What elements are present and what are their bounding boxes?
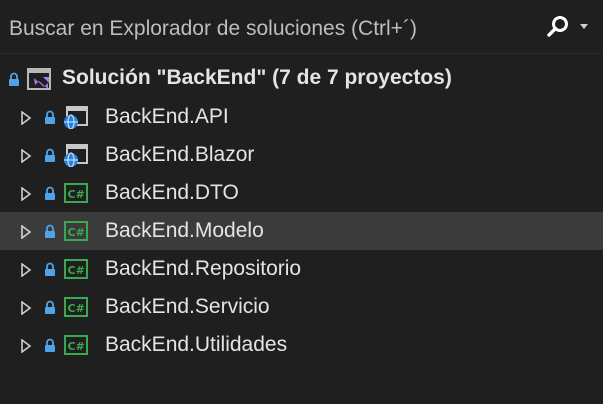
solution-label: Solución "BackEnd" (7 de 7 proyectos) xyxy=(62,66,452,89)
csharp-project-icon: C# xyxy=(64,335,88,355)
project-label: BackEnd.DTO xyxy=(105,181,239,204)
chevron-down-icon[interactable] xyxy=(579,23,589,31)
svg-text:C#: C# xyxy=(68,226,85,239)
expand-arrow-icon[interactable] xyxy=(20,301,32,315)
solution-tree: Solución "BackEnd" (7 de 7 proyectos) Ba… xyxy=(0,60,603,364)
search-input[interactable]: Buscar en Explorador de soluciones (Ctrl… xyxy=(9,17,417,41)
tree-item-backend-servicio[interactable]: C# BackEnd.Servicio xyxy=(0,288,603,326)
svg-text:C#: C# xyxy=(68,264,85,277)
lock-icon xyxy=(45,110,55,124)
tree-item-backend-api[interactable]: BackEnd.API xyxy=(0,98,603,136)
web-project-icon xyxy=(64,106,88,129)
expand-arrow-icon[interactable] xyxy=(20,263,32,277)
lock-icon xyxy=(9,72,19,86)
search-icon[interactable] xyxy=(545,14,571,40)
tree-item-backend-dto[interactable]: C# BackEnd.DTO xyxy=(0,174,603,212)
svg-text:C#: C# xyxy=(68,188,85,201)
tree-item-backend-repositorio[interactable]: C# BackEnd.Repositorio xyxy=(0,250,603,288)
csharp-project-icon: C# xyxy=(64,297,88,317)
expand-arrow-icon[interactable] xyxy=(20,225,32,239)
csharp-project-icon: C# xyxy=(64,221,88,241)
project-label: BackEnd.Modelo xyxy=(105,219,264,242)
project-label: BackEnd.Servicio xyxy=(105,295,270,318)
visual-studio-solution-icon xyxy=(27,68,51,90)
lock-icon xyxy=(45,186,55,200)
project-label: BackEnd.Utilidades xyxy=(105,333,288,356)
expand-arrow-icon[interactable] xyxy=(20,111,32,125)
project-label: BackEnd.API xyxy=(105,105,229,128)
web-project-icon xyxy=(64,144,88,167)
solution-node[interactable]: Solución "BackEnd" (7 de 7 proyectos) xyxy=(0,60,603,98)
lock-icon xyxy=(45,224,55,238)
lock-icon xyxy=(45,300,55,314)
svg-text:C#: C# xyxy=(68,340,85,353)
tree-item-backend-modelo[interactable]: C# BackEnd.Modelo xyxy=(0,212,603,250)
csharp-project-icon: C# xyxy=(64,183,88,203)
search-bar[interactable]: Buscar en Explorador de soluciones (Ctrl… xyxy=(0,0,603,54)
expand-arrow-icon[interactable] xyxy=(20,339,32,353)
expand-arrow-icon[interactable] xyxy=(20,149,32,163)
tree-item-backend-utilidades[interactable]: C# BackEnd.Utilidades xyxy=(0,326,603,364)
svg-text:C#: C# xyxy=(68,302,85,315)
lock-icon xyxy=(45,262,55,276)
project-label: BackEnd.Blazor xyxy=(105,143,255,166)
lock-icon xyxy=(45,338,55,352)
csharp-project-icon: C# xyxy=(64,259,88,279)
expand-arrow-icon[interactable] xyxy=(20,187,32,201)
tree-item-backend-blazor[interactable]: BackEnd.Blazor xyxy=(0,136,603,174)
lock-icon xyxy=(45,148,55,162)
project-label: BackEnd.Repositorio xyxy=(105,257,302,280)
